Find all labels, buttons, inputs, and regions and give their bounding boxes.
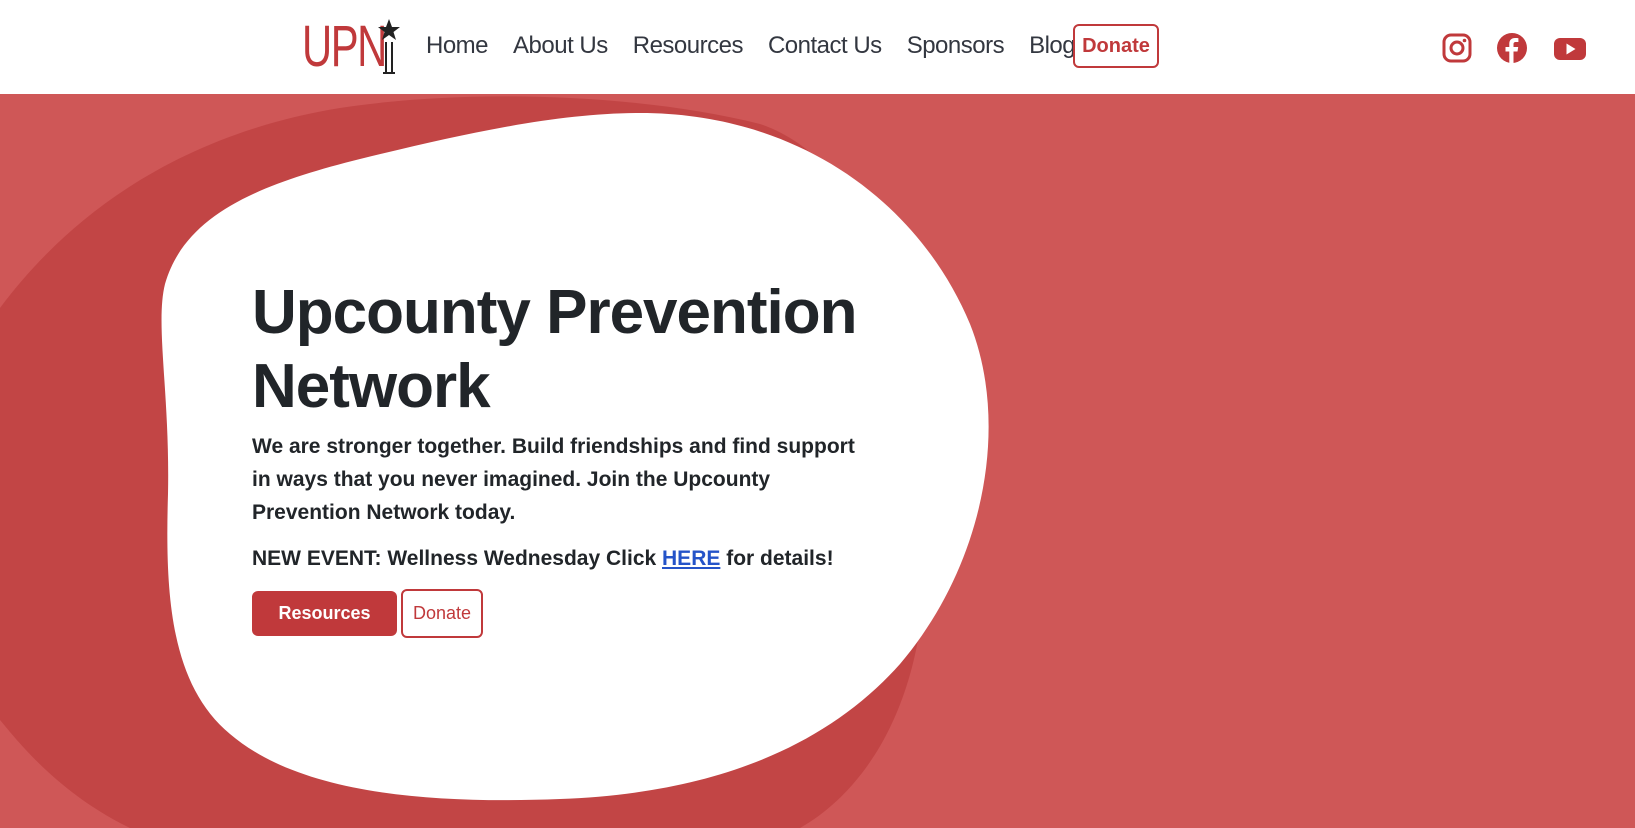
donate-button[interactable]: Donate [401, 589, 483, 638]
nav-blog[interactable]: Blog [1029, 28, 1076, 64]
logo-text: UPN [302, 14, 387, 79]
page-title: Upcounty Prevention Network [252, 276, 872, 424]
hero-lead: We are stronger together. Build friendsh… [252, 435, 855, 524]
youtube-icon[interactable] [1553, 32, 1586, 64]
nav-about-us[interactable]: About Us [513, 28, 608, 64]
event-suffix: for details! [720, 547, 834, 570]
star-figure-icon [378, 19, 400, 74]
hero-section: Upcounty Prevention Network We are stron… [0, 94, 1635, 828]
nav-sponsors[interactable]: Sponsors [907, 28, 1005, 64]
nav-contact-us[interactable]: Contact Us [768, 28, 882, 64]
upn-logo[interactable]: UPN [302, 18, 400, 76]
navbar: UPN Home About Us Resources Contact Us S… [0, 0, 1635, 94]
nav-home[interactable]: Home [426, 28, 489, 64]
nav-donate-button[interactable]: Donate [1073, 24, 1159, 68]
resources-button[interactable]: Resources [252, 591, 397, 636]
main-nav: Home About Us Resources Contact Us Spons… [426, 28, 1100, 64]
nav-resources[interactable]: Resources [633, 28, 744, 64]
instagram-icon[interactable] [1441, 32, 1473, 64]
title-line-1: Upcounty Prevention [252, 278, 858, 347]
event-announcement: NEW EVENT: Wellness Wednesday Click HERE… [252, 543, 892, 575]
facebook-icon[interactable] [1496, 32, 1528, 64]
event-details-link[interactable]: HERE [662, 547, 720, 570]
event-prefix: NEW EVENT: Wellness Wednesday Click [252, 547, 663, 570]
title-line-2: Network [252, 352, 491, 421]
